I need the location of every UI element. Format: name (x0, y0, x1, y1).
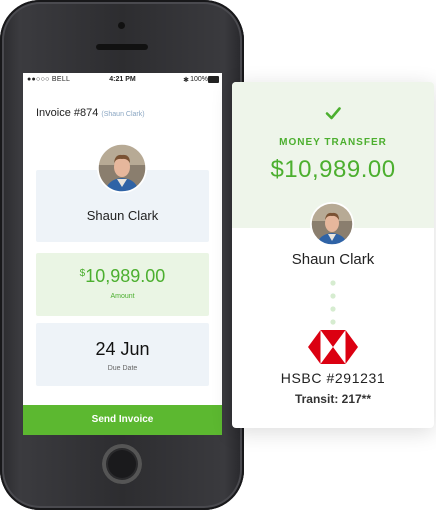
transfer-label: MONEY TRANSFER (279, 137, 387, 148)
avatar[interactable] (97, 143, 147, 193)
amount-number: 10,989.00 (85, 266, 166, 286)
due-date-label: Due Date (107, 365, 138, 372)
phone-frame: ●●○○○ BELL 4:21 PM ✱ 100% Invoice #874 (S… (0, 0, 244, 510)
due-date-panel[interactable]: 24 Jun Due Date (36, 323, 209, 386)
phone-screen: ●●○○○ BELL 4:21 PM ✱ 100% Invoice #874 (S… (23, 73, 222, 435)
check-icon (325, 107, 341, 120)
battery-icon (208, 76, 219, 83)
money-transfer-card: MONEY TRANSFER $10,989.00 Shaun Clark HS… (232, 82, 434, 428)
client-name: Shaun Clark (86, 208, 159, 223)
transfer-amount: $10,989.00 (270, 156, 396, 183)
recipient-name: Shaun Clark (291, 251, 375, 268)
home-button[interactable] (102, 444, 142, 484)
connector-dots (330, 280, 336, 325)
hsbc-logo (308, 330, 358, 364)
front-camera (118, 22, 125, 29)
invoice-title: Invoice #874 (36, 107, 99, 119)
invoice-client-tag: (Shaun Clark) (101, 111, 145, 118)
battery-percent: 100% (190, 76, 208, 83)
amount-panel[interactable]: $10,989.00 Amount (36, 253, 209, 316)
amount-label: Amount (110, 293, 135, 300)
status-bar: ●●○○○ BELL 4:21 PM ✱ 100% (23, 73, 222, 87)
bluetooth-icon: ✱ (183, 77, 189, 84)
currency-symbol: $ (79, 268, 86, 279)
amount-value: $10,989.00 (36, 266, 209, 287)
send-invoice-button[interactable]: Send Invoice (23, 405, 222, 435)
recipient-avatar (310, 202, 354, 246)
bank-transit: Transit: 217** (294, 392, 372, 406)
bank-account: HSBC #291231 (280, 370, 386, 386)
due-date-value: 24 Jun (95, 339, 150, 359)
invoice-header: Invoice #874 (Shaun Clark) (36, 107, 145, 119)
earpiece-speaker (96, 44, 148, 50)
